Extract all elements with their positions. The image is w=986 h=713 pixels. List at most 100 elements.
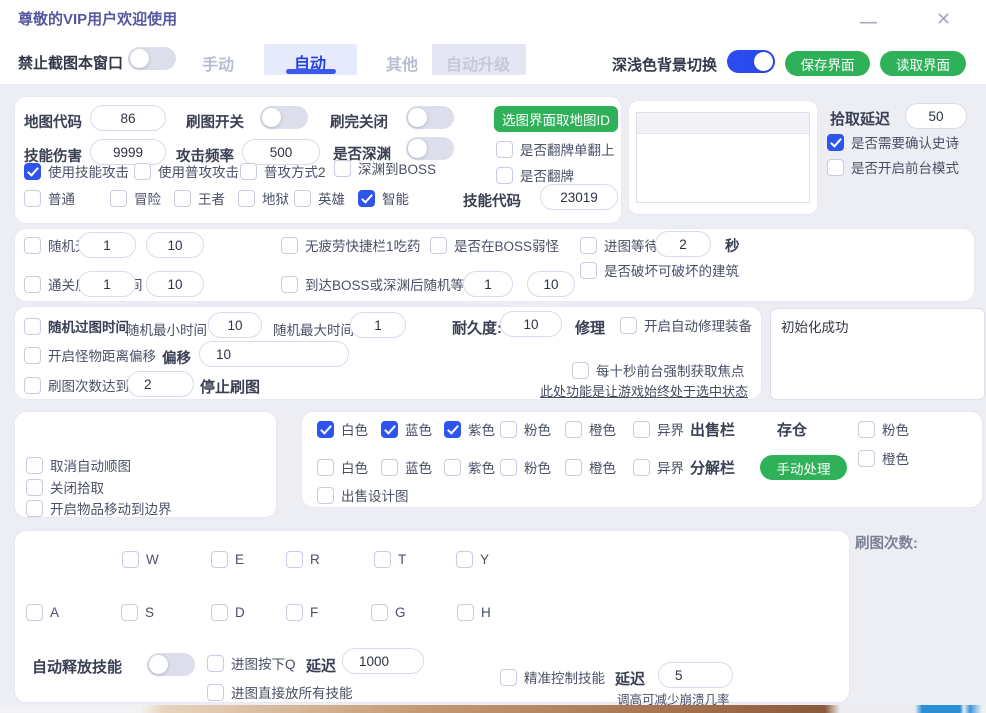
stop-count-input[interactable] <box>127 371 194 397</box>
checkbox-icon <box>565 459 582 476</box>
checkbox-confirm-epic[interactable]: 是否需要确认史诗 <box>827 133 959 151</box>
checkbox-press-q[interactable]: 进图按下Q <box>207 654 296 672</box>
checkbox-precise-control[interactable]: 精准控制技能 <box>500 668 605 686</box>
checkbox-difficulty-normal[interactable]: 普通 <box>24 189 75 207</box>
checkbox-flip-single[interactable]: 是否翻牌单翻上 <box>496 140 615 158</box>
checkbox-key-t[interactable]: T <box>374 550 406 568</box>
checkbox-label: 开启自动修理装备 <box>644 315 752 335</box>
durability-input[interactable] <box>500 311 562 337</box>
checkbox-sell-blue[interactable]: 蓝色 <box>381 420 432 438</box>
checkbox-random-transition-time[interactable]: 随机过图时间 <box>24 317 129 335</box>
checkbox-cast-all-skills[interactable]: 进图直接放所有技能 <box>207 683 353 701</box>
checkbox-sell-white[interactable]: 白色 <box>317 420 368 438</box>
tab-auto-upgrade[interactable]: 自动升级 <box>446 51 510 75</box>
checkbox-use-skill-attack[interactable]: 使用技能攻击 <box>24 162 129 180</box>
checkbox-fatigue-potion[interactable]: 无疲劳快捷栏1吃药 <box>281 236 421 254</box>
tab-other[interactable]: 其他 <box>386 51 418 75</box>
theme-toggle[interactable] <box>727 50 775 73</box>
checkbox-difficulty-hell[interactable]: 地狱 <box>238 189 289 207</box>
checkbox-move-items-to-edge[interactable]: 开启物品移动到边界 <box>26 499 172 517</box>
checkbox-enter-wait[interactable]: 进图等待 <box>580 236 658 254</box>
no-capture-toggle[interactable] <box>128 47 176 70</box>
enter-wait-input[interactable] <box>655 231 711 257</box>
checkbox-difficulty-king[interactable]: 王者 <box>174 189 225 207</box>
close-after-done-toggle[interactable] <box>406 106 454 129</box>
manual-handle-button[interactable]: 手动处理 <box>760 455 847 480</box>
random-min-label: 随机最小时间 <box>126 319 207 339</box>
checkbox-use-normal-attack[interactable]: 使用普攻攻击 <box>134 162 239 180</box>
checkbox-cancel-auto-path[interactable]: 取消自动顺图 <box>26 456 131 474</box>
farm-switch-toggle[interactable] <box>260 106 308 129</box>
checkbox-sell-purple[interactable]: 紫色 <box>444 420 495 438</box>
clear-min-input[interactable] <box>78 271 136 297</box>
checkbox-label: 到达BOSS或深渊后随机等 <box>305 274 464 294</box>
checkbox-key-f[interactable]: F <box>286 603 318 621</box>
sell-bar-label: 出售栏 <box>690 419 735 440</box>
checkbox-decompose-otherworld[interactable]: 异界 <box>633 458 684 476</box>
precise-delay-input[interactable] <box>658 662 733 688</box>
checkbox-key-e[interactable]: E <box>211 550 244 568</box>
checkbox-icon <box>430 237 447 254</box>
checkbox-store-orange[interactable]: 橙色 <box>858 449 909 467</box>
clear-max-input[interactable] <box>146 271 204 297</box>
checkbox-sell-orange[interactable]: 橙色 <box>565 420 616 438</box>
minimize-icon[interactable]: — <box>860 13 877 30</box>
checkbox-abyss-to-boss[interactable]: 深渊到BOSS <box>334 159 436 177</box>
checkbox-key-g[interactable]: G <box>371 603 406 621</box>
checkbox-boss-random-wait[interactable]: 到达BOSS或深渊后随机等 <box>281 275 464 293</box>
map-list-box[interactable] <box>636 112 810 203</box>
checkbox-key-y[interactable]: Y <box>456 550 489 568</box>
checkbox-stop-at-count[interactable]: 刷图次数达到 <box>24 376 129 394</box>
boss-random-min-input[interactable] <box>463 271 513 297</box>
checkbox-difficulty-smart[interactable]: 智能 <box>358 189 409 207</box>
mana-max-input[interactable] <box>146 232 204 258</box>
checkbox-key-r[interactable]: R <box>286 550 320 568</box>
checkbox-sell-pink[interactable]: 粉色 <box>500 420 551 438</box>
map-code-input[interactable] <box>90 105 166 131</box>
checkbox-store-pink[interactable]: 粉色 <box>858 420 909 438</box>
pick-map-id-button[interactable]: 选图界面取地图ID <box>494 106 618 132</box>
random-max-input[interactable] <box>350 312 406 338</box>
checkbox-key-s[interactable]: S <box>121 603 154 621</box>
boss-random-max-input[interactable] <box>527 271 575 297</box>
mana-min-input[interactable] <box>78 232 136 258</box>
press-q-delay-input[interactable] <box>342 648 424 674</box>
checkbox-decompose-white[interactable]: 白色 <box>317 458 368 476</box>
checkbox-label: 智能 <box>382 188 409 208</box>
checkbox-key-d[interactable]: D <box>211 603 245 621</box>
checkbox-difficulty-hero[interactable]: 英雄 <box>294 189 345 207</box>
focus-note: 此处功能是让游戏始终处于选中状态 <box>540 381 748 400</box>
checkbox-force-focus[interactable]: 每十秒前台强制获取焦点 <box>572 361 745 379</box>
random-min-input[interactable] <box>208 312 262 338</box>
checkbox-normal-mode2[interactable]: 普攻方式2 <box>240 162 326 180</box>
checkbox-disable-pickup[interactable]: 关闭拾取 <box>26 478 104 496</box>
pickup-delay-input[interactable] <box>905 103 967 129</box>
auto-skill-toggle[interactable] <box>147 653 195 676</box>
load-ui-button[interactable]: 读取界面 <box>880 51 966 76</box>
checkbox-difficulty-adventure[interactable]: 冒险 <box>110 189 161 207</box>
skill-code-input[interactable] <box>540 184 618 210</box>
checkbox-decompose-pink[interactable]: 粉色 <box>500 458 551 476</box>
checkbox-sell-otherworld[interactable]: 异界 <box>633 420 684 438</box>
offset-input[interactable] <box>199 341 349 367</box>
close-icon[interactable]: ✕ <box>936 10 951 28</box>
checkbox-sell-blueprint[interactable]: 出售设计图 <box>317 486 409 504</box>
checkbox-icon <box>286 604 303 621</box>
checkbox-monster-offset[interactable]: 开启怪物距离偏移 <box>24 346 156 364</box>
checkbox-key-w[interactable]: W <box>122 550 159 568</box>
checkbox-boss-weak[interactable]: 是否在BOSS弱怪 <box>430 236 559 254</box>
checkbox-icon <box>620 317 637 334</box>
checkbox-key-a[interactable]: A <box>26 603 59 621</box>
checkbox-decompose-orange[interactable]: 橙色 <box>565 458 616 476</box>
checkbox-auto-repair[interactable]: 开启自动修理装备 <box>620 316 752 334</box>
checkbox-decompose-blue[interactable]: 蓝色 <box>381 458 432 476</box>
abyss-toggle[interactable] <box>406 137 454 160</box>
checkbox-decompose-purple[interactable]: 紫色 <box>444 458 495 476</box>
checkbox-key-h[interactable]: H <box>457 603 491 621</box>
checkbox-flip[interactable]: 是否翻牌 <box>496 166 574 184</box>
tab-manual[interactable]: 手动 <box>202 51 234 75</box>
checkbox-foreground-mode[interactable]: 是否开启前台模式 <box>827 158 959 176</box>
save-ui-button[interactable]: 保存界面 <box>785 51 870 76</box>
checkbox-icon <box>286 551 303 568</box>
checkbox-destroy-buildings[interactable]: 是否破坏可破坏的建筑 <box>580 261 739 279</box>
